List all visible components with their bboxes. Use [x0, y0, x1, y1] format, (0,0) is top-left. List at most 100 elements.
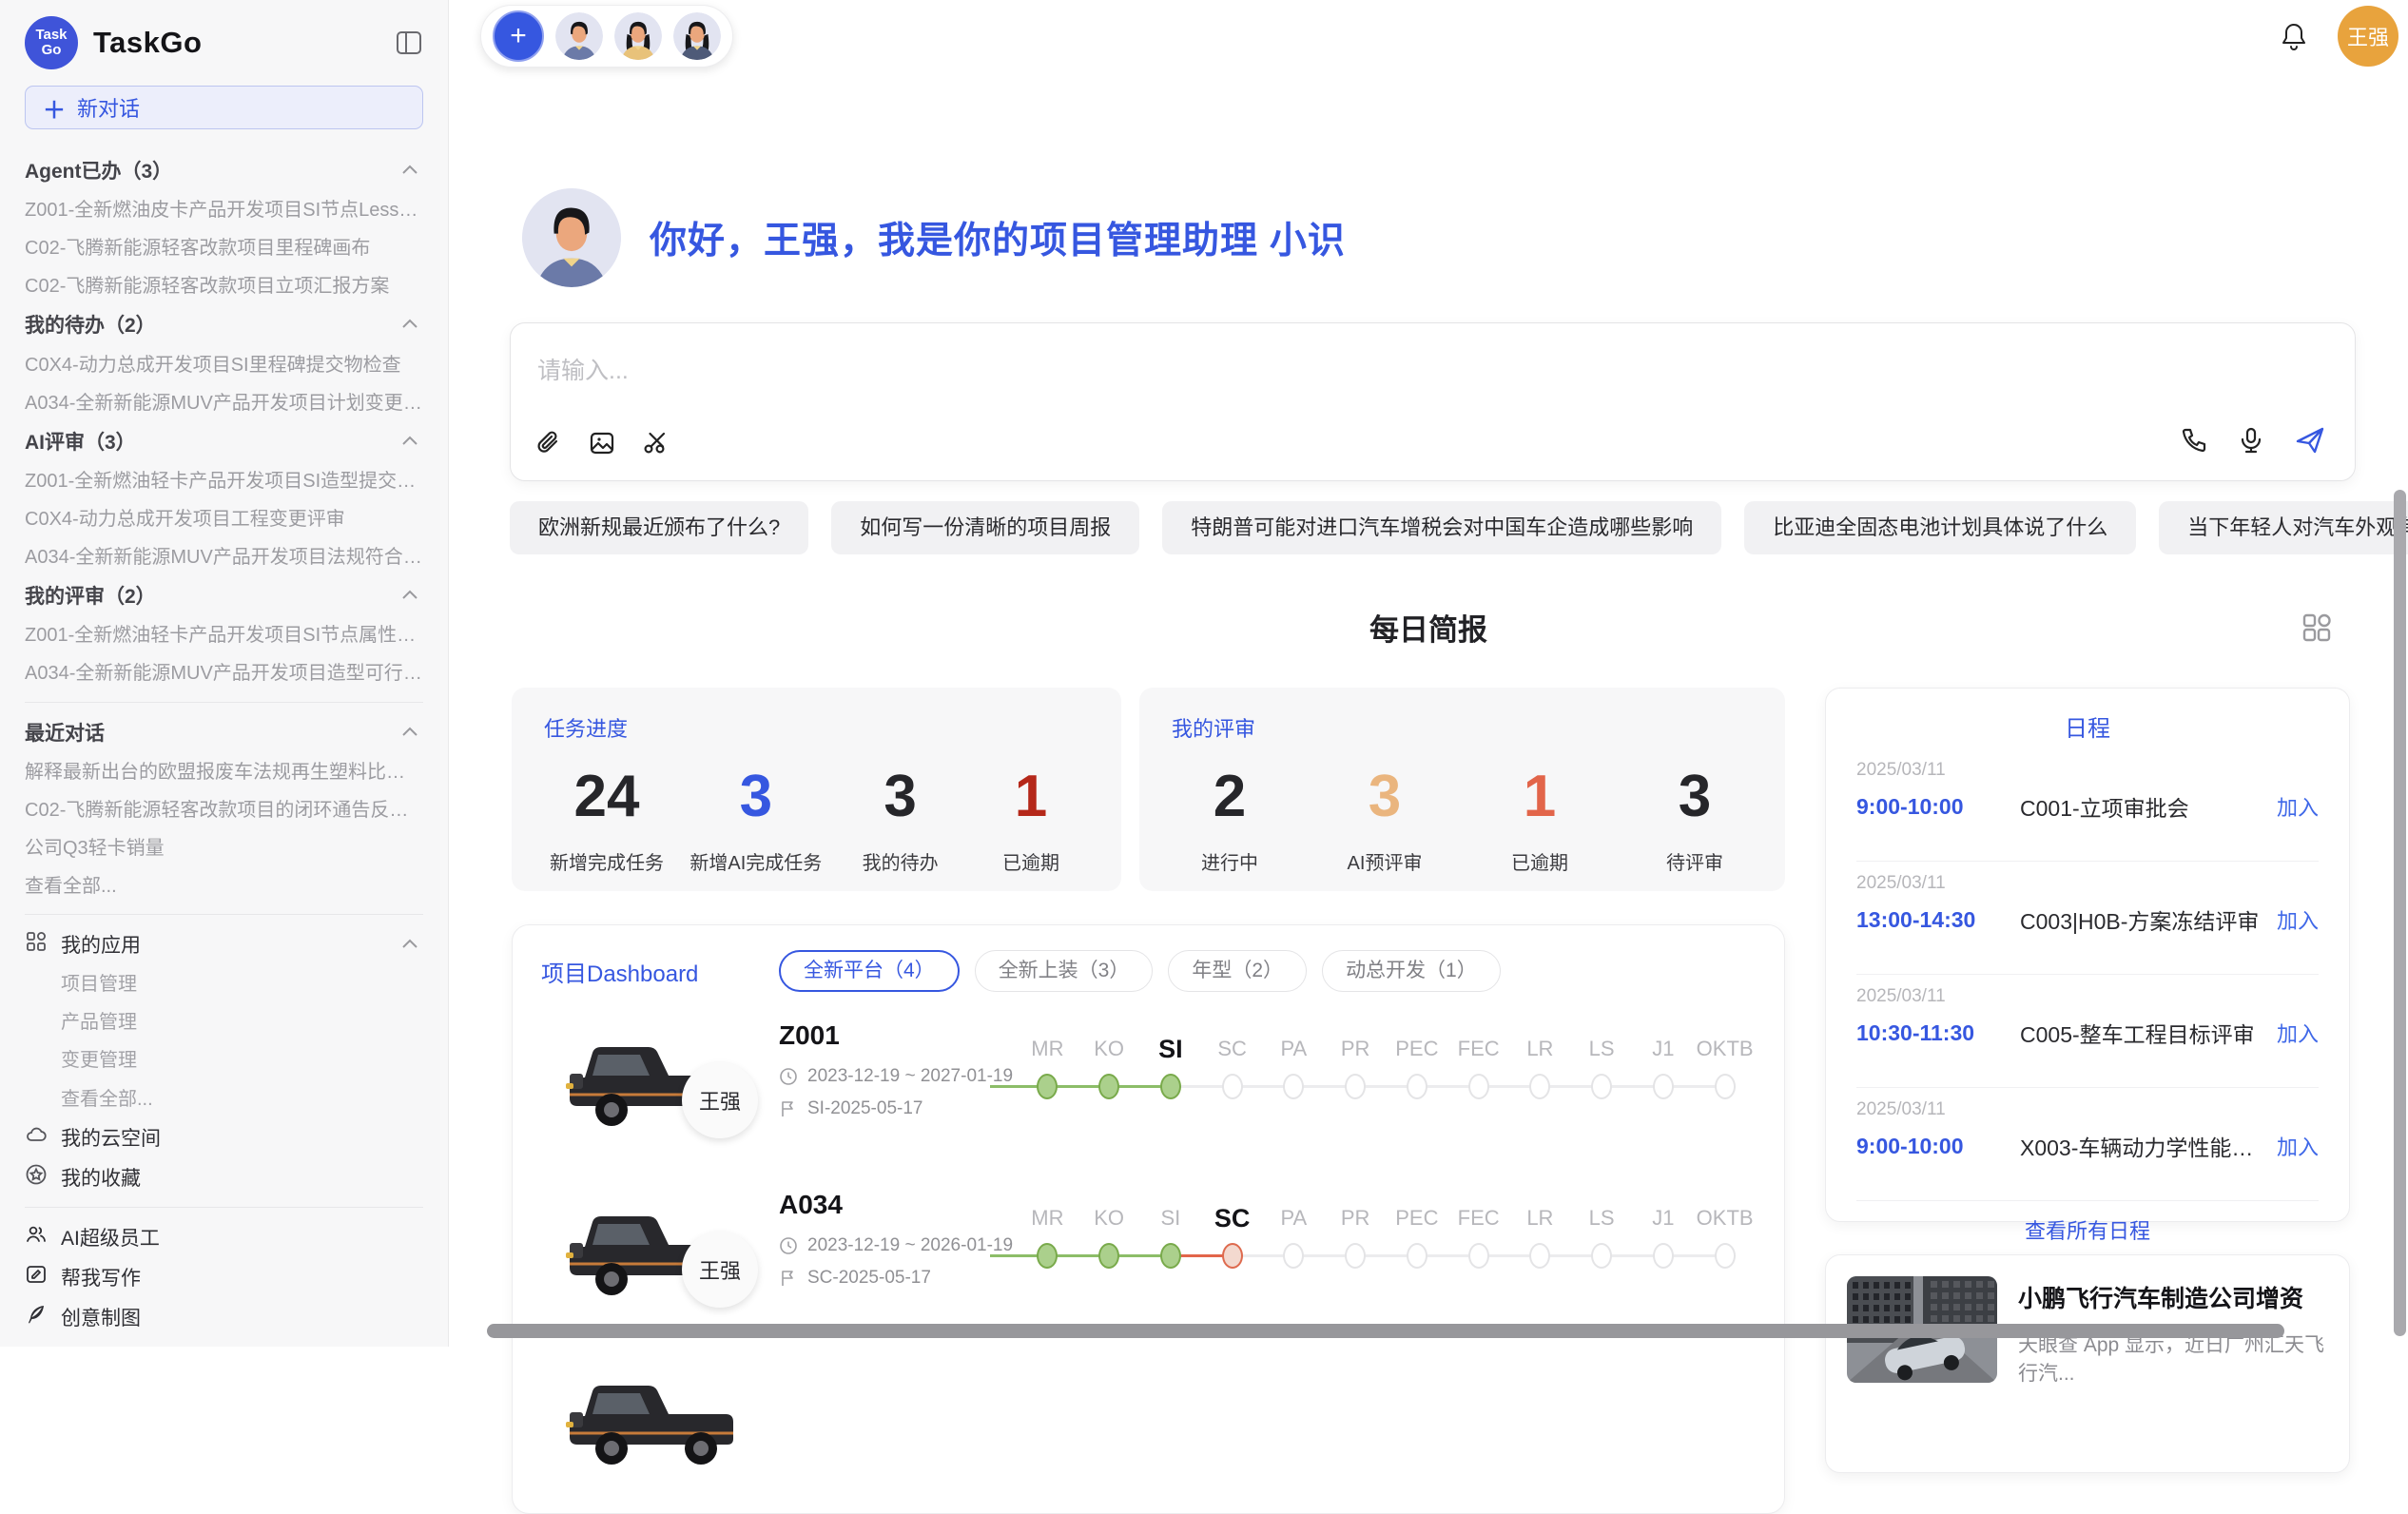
- phone-icon[interactable]: [2180, 426, 2208, 459]
- project-info: Z0012023-12-19 ~ 2027-01-19SI-2025-05-17: [779, 1007, 1017, 1131]
- sidebar-section-header[interactable]: 我的待办（2）: [25, 304, 423, 344]
- view-all-schedule-link[interactable]: 查看所有日程: [1856, 1201, 2319, 1245]
- sidebar-task-item[interactable]: Z001-全新燃油轻卡产品开发项目SI造型提交物评审: [25, 461, 423, 499]
- dashboard-filter-tab[interactable]: 年型（2）: [1168, 950, 1307, 992]
- milestone-pec: PEC: [1387, 1201, 1448, 1273]
- sidebar-recent-header[interactable]: 最近对话: [25, 712, 423, 752]
- dashboard-filter-tab[interactable]: 全新平台（4）: [779, 950, 960, 992]
- milestone-ko: KO: [1078, 1032, 1140, 1104]
- sidebar-task-item[interactable]: C0X4-动力总成开发项目工程变更评审: [25, 499, 423, 537]
- project-row: [541, 1346, 1756, 1500]
- new-chat-button[interactable]: ＋ 新对话: [25, 86, 423, 129]
- sidebar-task-item[interactable]: C02-飞腾新能源轻客改款项目立项汇报方案: [25, 266, 423, 304]
- stat-item: 3AI预评审: [1332, 760, 1437, 875]
- news-card[interactable]: 小鹏飞行汽车制造公司增资 天眼查 App 显示，近日广州汇天飞行汽...: [1825, 1254, 2350, 1473]
- sidebar-task-item[interactable]: C02-飞腾新能源轻客改款项目里程碑画布: [25, 228, 423, 266]
- milestone-label: OKTB: [1694, 1032, 1756, 1066]
- sidebar-task-item[interactable]: A034-全新新能源MUV产品开发项目造型可行性评审: [25, 653, 423, 691]
- logo-text-top: Task: [35, 28, 67, 43]
- milestone-label: PEC: [1387, 1201, 1448, 1235]
- sidebar-task-item[interactable]: Z001-全新燃油轻卡产品开发项目SI节点属性5D文件评审: [25, 615, 423, 653]
- milestone-dot: [1345, 1243, 1366, 1269]
- logo-text-bottom: Go: [42, 43, 62, 58]
- suggestion-chip[interactable]: 如何写一份清晰的项目周报: [831, 501, 1139, 554]
- project-owner-badge: 王强: [682, 1232, 758, 1308]
- recent-chat-item[interactable]: C02-飞腾新能源轻客改款项目的闭环通告反馈情况: [25, 790, 423, 828]
- app-menu-item[interactable]: 变更管理: [25, 1040, 423, 1078]
- dashboard-filter-tab[interactable]: 动总开发（1）: [1322, 950, 1501, 992]
- scissors-icon[interactable]: [642, 430, 669, 461]
- milestone-dot: [1037, 1243, 1058, 1269]
- sidebar: Task Go TaskGo ＋ 新对话 Agent已办（3）Z001-全新燃油…: [0, 0, 449, 1347]
- stat-value: 2: [1214, 760, 1246, 834]
- vertical-scrollbar[interactable]: [2394, 490, 2406, 1336]
- chevron-up-icon[interactable]: [398, 721, 421, 744]
- chevron-up-icon[interactable]: [398, 159, 421, 182]
- join-link[interactable]: 加入: [2277, 791, 2319, 822]
- user-avatar[interactable]: 王强: [2338, 6, 2398, 67]
- sidebar-section-header[interactable]: AI评审（3）: [25, 421, 423, 461]
- sidebar-task-item[interactable]: A034-全新新能源MUV产品开发项目计划变更表编写: [25, 383, 423, 421]
- suggestion-chip[interactable]: 比亚迪全固态电池计划具体说了什么: [1744, 501, 2136, 554]
- join-link[interactable]: 加入: [2277, 1131, 2319, 1161]
- sidebar-item-my-apps[interactable]: 我的应用: [25, 924, 423, 964]
- milestone-label: J1: [1633, 1032, 1695, 1066]
- recent-chat-item[interactable]: 解释最新出台的欧盟报废车法规再生塑料比例被调至15%...: [25, 752, 423, 790]
- milestone-dot: [1529, 1243, 1550, 1269]
- avatar[interactable]: [673, 12, 721, 60]
- suggestion-chip[interactable]: 欧洲新规最近颁布了什么?: [510, 501, 808, 554]
- sidebar-item-star[interactable]: 我的收藏: [25, 1157, 423, 1197]
- sidebar-section-header[interactable]: Agent已办（3）: [25, 150, 423, 190]
- sidebar-link-label: 我的云空间: [61, 1123, 161, 1152]
- recent-chat-item[interactable]: 公司Q3轻卡销量: [25, 828, 423, 866]
- sidebar-task-item[interactable]: C0X4-动力总成开发项目SI里程碑提交物检查: [25, 345, 423, 383]
- sidebar-task-item[interactable]: Z001-全新燃油皮卡产品开发项目SI节点Lesson Learn报告: [25, 190, 423, 228]
- project-rows: 王强 Z0012023-12-19 ~ 2027-01-19SI-2025-05-…: [541, 1007, 1756, 1500]
- chevron-up-icon[interactable]: [398, 584, 421, 607]
- join-link[interactable]: 加入: [2277, 1018, 2319, 1048]
- chevron-up-icon[interactable]: [398, 313, 421, 336]
- sidebar-tool-label: AI超级员工: [61, 1223, 160, 1252]
- suggestion-chip[interactable]: 当下年轻人对汽车外观有怎样的喜好趋势: [2159, 501, 2408, 554]
- apps-view-all-link[interactable]: 查看全部...: [25, 1079, 423, 1117]
- horizontal-scrollbar[interactable]: [487, 1324, 2284, 1338]
- taskgo-logo: Task Go: [25, 16, 78, 69]
- daily-brief-title: 每日简报: [449, 606, 2408, 649]
- stat-label: 新增AI完成任务: [689, 847, 822, 875]
- avatar[interactable]: [555, 12, 603, 60]
- sidebar-section-header[interactable]: 我的评审（2）: [25, 575, 423, 615]
- chevron-up-icon[interactable]: [398, 933, 421, 956]
- sidebar-tool-item[interactable]: AI超级员工: [25, 1217, 423, 1257]
- app-menu-item[interactable]: 产品管理: [25, 1002, 423, 1040]
- sidebar-collapse-icon[interactable]: [395, 29, 423, 57]
- milestone-dot: [1407, 1074, 1427, 1099]
- send-icon[interactable]: [2294, 424, 2326, 461]
- layout-grid-icon[interactable]: [2300, 611, 2334, 650]
- stat-label: AI预评审: [1348, 847, 1423, 875]
- milestone-label: KO: [1078, 1201, 1140, 1235]
- mic-icon[interactable]: [2237, 426, 2265, 459]
- suggestion-chip[interactable]: 特朗普可能对进口汽车增税会对中国车企造成哪些影响: [1162, 501, 1721, 554]
- project-dates-text: 2023-12-19 ~ 2027-01-19: [807, 1066, 1013, 1087]
- milestone-fec: FEC: [1447, 1032, 1509, 1104]
- add-collaborator-button[interactable]: +: [493, 10, 544, 62]
- join-link[interactable]: 加入: [2277, 904, 2319, 935]
- chat-composer[interactable]: 请输入...: [510, 322, 2356, 481]
- sidebar-tool-label: 创意制图: [61, 1303, 141, 1331]
- sidebar-tool-item[interactable]: 帮我写作: [25, 1257, 423, 1297]
- sidebar-tool-item[interactable]: 创意制图: [25, 1297, 423, 1337]
- sidebar-task-item[interactable]: A034-全新新能源MUV产品开发项目法规符合性评审: [25, 537, 423, 575]
- app-menu-item[interactable]: 项目管理: [25, 964, 423, 1002]
- main-area: + 王强 你好，王强，我是你的项目管理助理 小识 请输入...: [449, 0, 2408, 1347]
- chevron-up-icon[interactable]: [398, 430, 421, 453]
- notification-bell-icon[interactable]: [2279, 21, 2309, 51]
- image-icon[interactable]: [589, 430, 615, 461]
- attach-icon[interactable]: [535, 430, 562, 461]
- dashboard-filters: 全新平台（4） 全新上装（3） 年型（2） 动总开发（1）: [779, 950, 1501, 992]
- avatar[interactable]: [614, 12, 662, 60]
- recent-view-all-link[interactable]: 查看全部...: [25, 866, 423, 904]
- sidebar-item-cloud[interactable]: 我的云空间: [25, 1117, 423, 1157]
- dashboard-filter-tab[interactable]: 全新上装（3）: [975, 950, 1154, 992]
- write-icon: [25, 1263, 48, 1291]
- milestone-dot: [1653, 1243, 1674, 1269]
